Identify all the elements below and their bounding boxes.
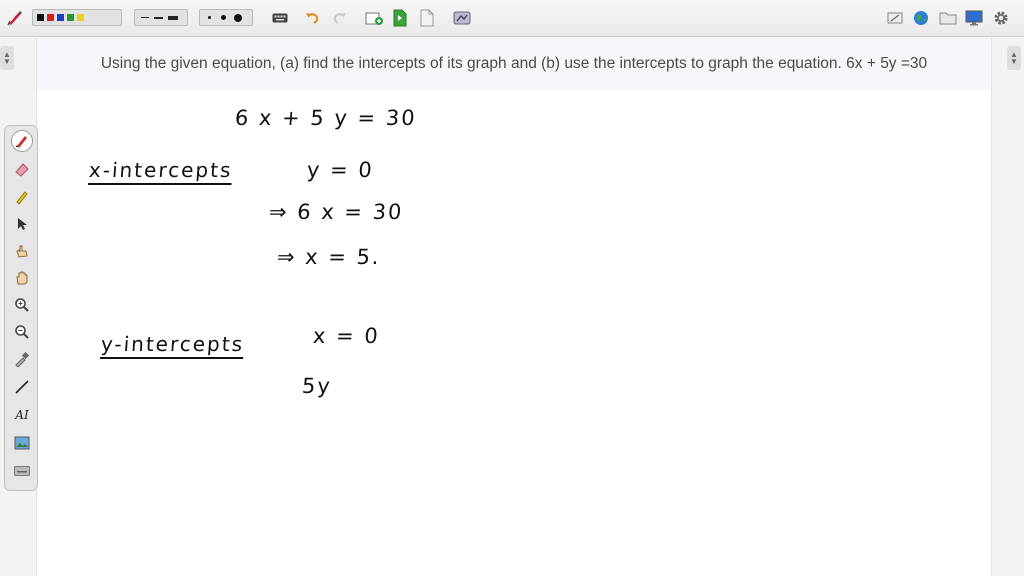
zoom-in-tool[interactable] [11,294,33,316]
color-swatch-black[interactable] [37,14,44,21]
tool-palette: AI [4,125,38,491]
x-step-2: ⇒ 6 x = 30 [268,200,405,224]
keyboard-icon[interactable] [270,8,290,28]
next-page-icon[interactable] [390,8,410,28]
share-icon[interactable] [451,8,473,28]
keyboard-tool[interactable] [11,460,33,482]
zoom-out-tool[interactable] [11,321,33,343]
left-page-scroll-handle[interactable]: ▲ ▼ [0,46,14,70]
medium-dot-icon[interactable] [218,12,229,23]
y-step-1: x = 0 [312,324,381,348]
pointer-hand-tool[interactable] [11,240,33,262]
pen-tool[interactable] [11,130,33,152]
clear-icon[interactable] [885,8,905,28]
line-style-group [134,9,188,26]
redo-icon[interactable] [330,8,350,28]
top-toolbar [0,0,1024,37]
color-swatch-blue[interactable] [57,14,64,21]
question-text: Using the given equation, (a) find the i… [100,55,928,72]
color-swatch-red[interactable] [47,14,54,21]
eraser-tool[interactable] [11,158,33,180]
line-tool[interactable] [11,376,33,398]
globe-icon[interactable] [911,8,931,28]
folder-icon[interactable] [938,8,958,28]
large-dot-icon[interactable] [232,12,243,23]
whiteboard-page[interactable]: Using the given equation, (a) find the i… [36,38,992,576]
y-intercepts-heading: y-intercepts [100,332,245,356]
eyedropper-tool[interactable] [11,348,33,370]
color-palette [32,9,122,26]
thick-line-icon[interactable] [167,12,178,23]
pen-size-group [199,9,253,26]
settings-icon[interactable] [991,8,1011,28]
pan-hand-tool[interactable] [11,267,33,289]
x-step-1: y = 0 [306,158,375,182]
medium-line-icon[interactable] [153,12,164,23]
y-step-2: 5y [301,374,333,398]
x-step-3: ⇒ x = 5. [276,245,382,269]
highlighter-tool[interactable] [11,186,33,208]
select-tool[interactable] [11,213,33,235]
right-page-scroll-handle[interactable]: ▲ ▼ [1007,46,1021,70]
add-page-icon[interactable] [364,8,384,28]
equation-line: 6 x + 5 y = 30 [234,106,418,130]
text-tool[interactable]: AI [11,404,33,426]
color-swatch-yellow[interactable] [77,14,84,21]
question-banner: Using the given equation, (a) find the i… [37,38,991,90]
undo-icon[interactable] [302,8,322,28]
pen-menu-icon[interactable] [5,8,25,28]
x-intercepts-heading: x-intercepts [88,158,234,182]
image-tool[interactable] [11,432,33,454]
copy-page-icon[interactable] [417,8,437,28]
text-tool-label: AI [15,408,29,422]
small-dot-icon[interactable] [204,12,215,23]
thin-line-icon[interactable] [139,12,150,23]
screen-icon[interactable] [964,8,984,28]
color-swatch-green[interactable] [67,14,74,21]
